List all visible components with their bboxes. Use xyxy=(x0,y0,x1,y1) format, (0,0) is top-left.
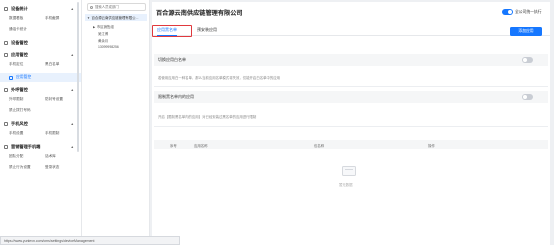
column-header-index: 序号 xyxy=(170,143,177,148)
highlight-box xyxy=(152,25,192,37)
sidebar-section-device-control[interactable]: 设备管控 xyxy=(0,38,81,47)
tree-root-node[interactable]: ▼ 百合源云南供应链管理有限公... xyxy=(85,14,147,21)
whitelist-toggle[interactable] xyxy=(522,57,533,63)
sidebar-item-call-card-stats[interactable]: 通话卡统计 xyxy=(9,27,46,32)
sidebar-item-outbound-limit[interactable]: 外呼限制 xyxy=(9,97,45,102)
tree-node[interactable]: 吴江博 xyxy=(98,31,108,36)
sidebar-item-login-status[interactable]: 登录状态 xyxy=(45,165,81,170)
sidebar-item-phone-location[interactable]: 手机定位 xyxy=(9,62,45,67)
status-bar-url: https://www.yunlevn.com/cms/settings/dev… xyxy=(0,236,180,245)
device-icon xyxy=(4,40,8,45)
tab-bar: 应用黑名单 预安装应用 xyxy=(152,24,550,36)
tab-preinstall-apps[interactable]: 预安装应用 xyxy=(197,26,217,36)
table-header: 序号 应用名称 包名称 操作 xyxy=(154,140,548,149)
sidebar-item-blocked-numbers[interactable]: 禁止拨打号码 xyxy=(9,108,46,113)
chevron-up-icon: ▲ xyxy=(70,88,74,92)
sidebar-item-anti-block[interactable]: 防封号设置 xyxy=(45,97,81,102)
sidebar-item-forbidden-actions[interactable]: 禁止行为设置 xyxy=(9,165,45,170)
sidebar-item-blacklist[interactable]: 黑白名单 xyxy=(45,62,81,67)
divider xyxy=(154,86,548,87)
sidebar-item-team-assignment[interactable]: 团队分配 xyxy=(9,154,45,159)
sidebar-item-app-control-active[interactable]: 应用管控 xyxy=(0,73,81,82)
chevron-up-icon: ▲ xyxy=(70,7,74,11)
chart-icon xyxy=(4,6,8,11)
tree-node[interactable]: 黄余月 xyxy=(98,38,108,43)
global-toggle[interactable] xyxy=(502,9,513,15)
tree-node[interactable]: 13099998256 xyxy=(98,45,119,49)
chevron-up-icon: ▲ xyxy=(70,122,74,126)
blacklist-limit-description: 开启【限制黑名单内的应用】对已经安装过黑名单的应用进行限制 xyxy=(158,115,257,119)
whitelist-description: 若使用应用白一种名单，那么当前应用名单模式将失效，仅能开启白名单中的应用 xyxy=(158,76,281,80)
sidebar-item-phone-settings[interactable]: 手机设置 xyxy=(9,131,45,136)
add-app-button[interactable]: 添加应用 xyxy=(510,27,542,36)
apps-icon xyxy=(4,52,8,57)
whitelist-switch-header: 切换应用白名单 xyxy=(154,54,548,66)
sidebar-item-phone-limits[interactable]: 手机限制 xyxy=(45,131,81,136)
org-tree-panel: ▼ 百合源云南供应链管理有限公... ▶ 市区销售组 吴江博 黄余月 13099… xyxy=(82,0,150,245)
column-header-actions: 操作 xyxy=(428,143,435,148)
chevron-up-icon: ▲ xyxy=(70,53,74,57)
global-label: 全公司统一执行 xyxy=(515,10,542,14)
apps-icon xyxy=(9,75,13,80)
search-icon xyxy=(90,5,93,9)
blacklist-limit-toggle[interactable] xyxy=(522,94,533,100)
chevron-up-icon: ▲ xyxy=(70,145,74,149)
page-title: 百合源云南供应链管理有限公司 xyxy=(156,10,243,17)
sidebar: 设备统计 ▲ 数据看板 手机截屏 通话卡统计 设备管控 应用管控 ▲ 手机定位 … xyxy=(0,0,82,245)
tree-node[interactable]: ▶ 市区销售组 xyxy=(93,24,114,30)
empty-box-icon xyxy=(342,166,356,176)
column-header-app-name: 应用名称 xyxy=(194,143,208,148)
sidebar-section-device-stats[interactable]: 设备统计 ▲ xyxy=(0,4,81,13)
sidebar-item-script-library[interactable]: 话术库 xyxy=(45,154,81,159)
caret-right-icon: ▶ xyxy=(93,24,96,29)
tree-search[interactable] xyxy=(87,3,146,11)
sidebar-section-outbound-control[interactable]: 外呼管控 ▲ xyxy=(0,85,81,94)
caret-down-icon: ▼ xyxy=(87,15,90,20)
sidebar-section-marketing-mobile[interactable]: 营销管理手机端 ▲ xyxy=(0,142,81,151)
sidebar-scrollbar[interactable] xyxy=(77,2,79,152)
phone-icon xyxy=(4,87,8,92)
blacklist-limit-header: 限制黑名单内的应用 xyxy=(154,91,548,103)
tree-search-input[interactable] xyxy=(95,5,145,9)
sidebar-item-dashboard[interactable]: 数据看板 xyxy=(9,16,45,21)
main-panel: 百合源云南供应链管理有限公司 全公司统一执行 应用黑名单 预安装应用 添加应用 … xyxy=(152,2,550,245)
marketing-icon xyxy=(4,144,8,149)
column-header-package-name: 包名称 xyxy=(314,143,325,148)
sidebar-section-phone-risk[interactable]: 手机风控 ▲ xyxy=(0,119,81,128)
sidebar-item-screenshot[interactable]: 手机截屏 xyxy=(45,16,81,21)
shield-icon xyxy=(4,121,8,126)
divider xyxy=(154,126,548,127)
sidebar-section-app-control[interactable]: 应用管控 ▲ xyxy=(0,50,81,59)
empty-state-text: 暂无数据 xyxy=(339,183,353,187)
